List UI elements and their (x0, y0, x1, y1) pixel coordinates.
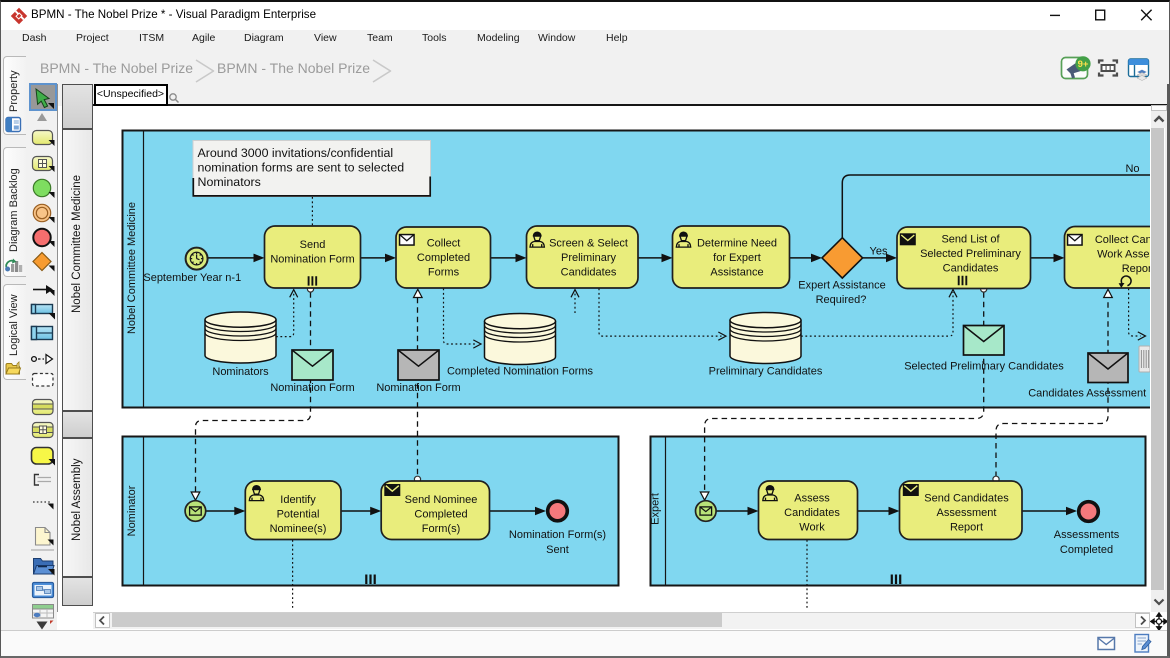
svg-text:Completed: Completed (1060, 544, 1113, 556)
svg-text:Preliminary: Preliminary (561, 252, 617, 264)
svg-text:Form(s): Form(s) (422, 523, 461, 535)
svg-text:Send Nominee: Send Nominee (405, 494, 478, 506)
svg-text:Preliminary Candidates: Preliminary Candidates (709, 366, 823, 378)
svg-text:Candidates: Candidates (943, 263, 999, 275)
svg-text:Expert Assistance: Expert Assistance (798, 279, 885, 291)
svg-text:Candidates: Candidates (561, 267, 617, 279)
svg-text:Candidates Assessment Reports: Candidates Assessment Reports (1028, 388, 1150, 400)
svg-text:Nominee(s): Nominee(s) (270, 523, 327, 535)
svg-text:Required?: Required? (816, 294, 867, 306)
svg-text:Forms: Forms (428, 267, 460, 279)
svg-text:No: No (1125, 163, 1139, 175)
svg-text:Assistance: Assistance (710, 267, 763, 279)
svg-text:Nobel Committee Medicine: Nobel Committee Medicine (126, 202, 138, 334)
svg-text:Work: Work (799, 522, 825, 534)
svg-text:Identify: Identify (280, 494, 316, 506)
svg-text:nomination forms are sent to s: nomination forms are sent to selected (198, 161, 405, 175)
svg-text:Nomination Form: Nomination Form (270, 382, 354, 394)
svg-text:Collect Candidates: Collect Candidates (1095, 234, 1150, 246)
svg-text:Selected Preliminary Candidate: Selected Preliminary Candidates (904, 361, 1064, 373)
svg-text:Nomination Form: Nomination Form (376, 382, 460, 394)
svg-text:Potential: Potential (277, 508, 320, 520)
svg-text:Completed Nomination Forms: Completed Nomination Forms (447, 366, 594, 378)
svg-text:Around 3000 invitations/confid: Around 3000 invitations/confidential (198, 146, 394, 160)
svg-text:Nominator: Nominator (126, 485, 138, 536)
svg-text:Yes: Yes (870, 246, 888, 258)
svg-text:Assessments: Assessments (1054, 529, 1120, 541)
svg-text:Determine Need: Determine Need (697, 238, 777, 250)
svg-text:Send Candidates: Send Candidates (924, 493, 1009, 505)
svg-text:Collect: Collect (427, 238, 461, 250)
svg-text:Report: Report (950, 522, 983, 534)
svg-text:Send: Send (300, 239, 326, 251)
svg-text:Candidates: Candidates (784, 507, 840, 519)
svg-text:Nomination Form: Nomination Form (270, 254, 354, 266)
svg-text:Selected Preliminary: Selected Preliminary (920, 248, 1021, 260)
svg-text:September Year n-1: September Year n-1 (143, 272, 241, 284)
svg-text:Nominators: Nominators (198, 175, 261, 189)
svg-text:Completed: Completed (414, 508, 467, 520)
svg-text:9+: 9+ (1078, 59, 1089, 70)
svg-text:Nominators: Nominators (212, 366, 269, 378)
svg-text:Sent: Sent (546, 544, 569, 556)
svg-text:Nomination Form(s): Nomination Form(s) (509, 529, 606, 541)
svg-text:Assessment: Assessment (937, 507, 997, 519)
svg-text:Completed: Completed (417, 252, 470, 264)
svg-text:for Expert: for Expert (713, 252, 761, 264)
svg-text:Work Assessment: Work Assessment (1097, 249, 1150, 261)
svg-text:Reports: Reports (1122, 263, 1150, 275)
svg-text:Assess: Assess (794, 493, 830, 505)
svg-text:Expert: Expert (650, 493, 662, 525)
svg-text:Screen & Select: Screen & Select (549, 238, 628, 250)
svg-text:Send List of: Send List of (941, 234, 1000, 246)
